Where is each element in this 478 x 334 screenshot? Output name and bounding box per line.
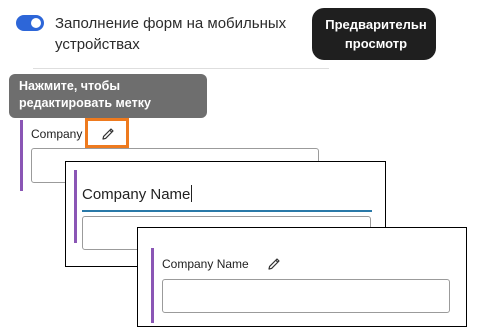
- pencil-icon: [102, 128, 114, 140]
- pencil-icon[interactable]: [266, 256, 282, 272]
- toggle-knob: [31, 18, 41, 28]
- preview-button-label-line2: просмотр: [344, 36, 408, 51]
- mobile-form-toggle[interactable]: [16, 15, 44, 31]
- edit-label-tooltip: Нажмите, чтобы редактировать метку: [9, 74, 207, 125]
- renamed-field-callout: Company Name: [137, 227, 467, 327]
- field-accent-bar: [20, 120, 23, 191]
- label-edit-field[interactable]: Company Name: [82, 185, 193, 203]
- field-label-renamed: Company Name: [162, 257, 249, 271]
- label-edit-underline: [82, 210, 372, 212]
- field-accent-bar: [151, 248, 154, 323]
- preview-button-label-line1: Предварительн: [325, 17, 427, 32]
- edit-label-button[interactable]: [85, 118, 129, 148]
- tooltip-line2: редактировать метку: [19, 96, 151, 110]
- field-label: Company: [31, 127, 83, 141]
- label-edit-value: Company Name: [82, 186, 191, 203]
- mobile-form-toggle-label: Заполнение форм на мобильных устройствах: [55, 15, 287, 53]
- company-name-input[interactable]: [162, 279, 450, 313]
- divider: [33, 68, 329, 69]
- text-caret: [191, 185, 193, 202]
- preview-button[interactable]: Предварительн просмотр: [312, 8, 436, 60]
- tooltip-line1: Нажмите, чтобы: [19, 79, 121, 93]
- field-accent-bar: [74, 170, 77, 243]
